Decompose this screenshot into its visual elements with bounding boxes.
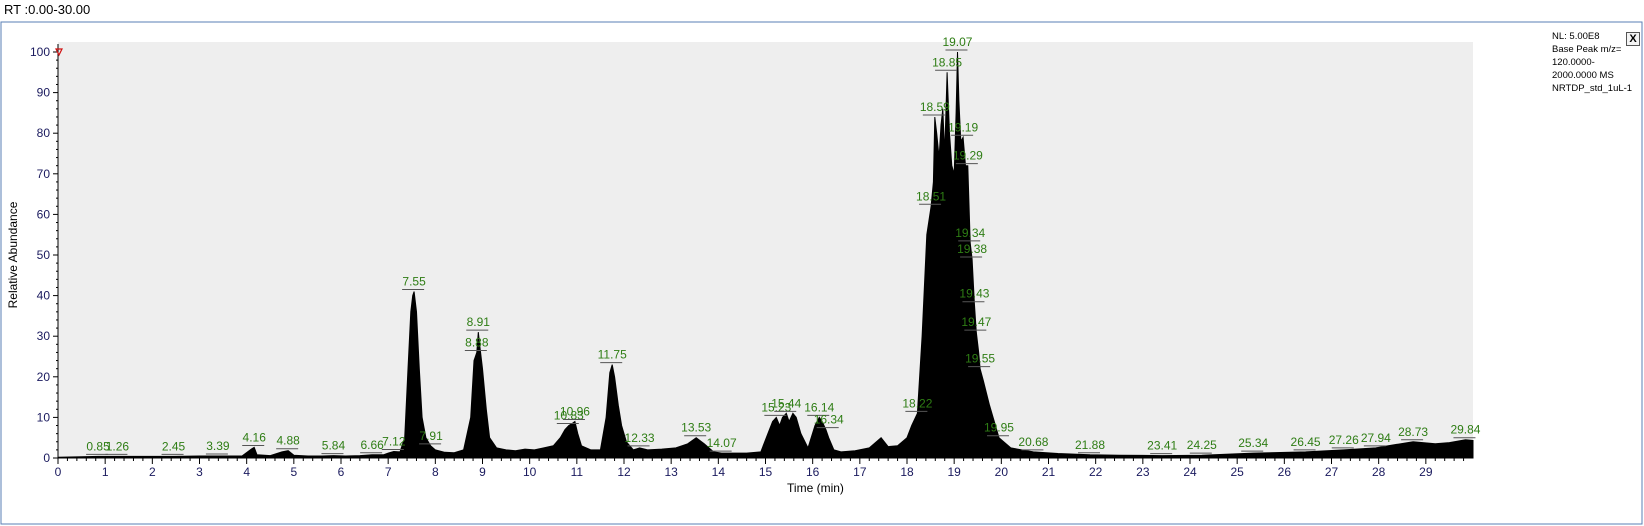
peak-label: 19.47: [961, 315, 991, 329]
info-line: NRTDP_std_1uL-1: [1552, 83, 1633, 94]
peak-label: 2.45: [162, 439, 186, 453]
info-line: 2000.0000 MS: [1552, 70, 1614, 81]
info-line: 120.0000-: [1552, 57, 1595, 68]
peak-label: 19.43: [959, 287, 989, 301]
y-tick-label: 100: [30, 45, 50, 59]
x-tick-label: 7: [385, 465, 392, 479]
peak-label: 25.34: [1238, 436, 1268, 450]
peak-label: 18.85: [932, 55, 962, 69]
peak-label: 18.59: [920, 100, 950, 114]
x-tick-label: 16: [806, 465, 820, 479]
x-tick-label: 29: [1419, 465, 1433, 479]
x-tick-label: 17: [853, 465, 867, 479]
x-tick-label: 3: [196, 465, 203, 479]
peak-label: 24.25: [1187, 438, 1217, 452]
peak-label: 5.84: [322, 439, 346, 453]
peak-label: 19.29: [953, 149, 983, 163]
x-tick-label: 4: [243, 465, 250, 479]
x-tick-label: 26: [1278, 465, 1292, 479]
peak-label: 7.55: [402, 275, 426, 289]
x-tick-label: 1: [102, 465, 109, 479]
x-tick-label: 2: [149, 465, 156, 479]
peak-label: 10.96: [560, 404, 590, 418]
y-tick-label: 20: [37, 370, 51, 384]
x-tick-label: 8: [432, 465, 439, 479]
y-tick-label: 70: [37, 167, 51, 181]
peak-label: 21.88: [1075, 438, 1105, 452]
x-tick-label: 15: [759, 465, 773, 479]
peak-label: 29.84: [1450, 423, 1480, 437]
y-tick-label: 40: [37, 289, 51, 303]
x-axis-label: Time (min): [787, 481, 844, 495]
x-tick-label: 23: [1136, 465, 1150, 479]
close-icon[interactable]: X: [1626, 32, 1640, 46]
y-tick-label: 80: [37, 126, 51, 140]
x-tick-label: 25: [1230, 465, 1244, 479]
x-tick-label: 14: [712, 465, 726, 479]
x-tick-label: 27: [1325, 465, 1339, 479]
peak-label: 27.26: [1329, 433, 1359, 447]
peak-label: 12.33: [625, 431, 655, 445]
x-tick-label: 12: [617, 465, 631, 479]
peak-label: 7.91: [419, 429, 443, 443]
x-tick-label: 20: [995, 465, 1009, 479]
peak-label: 27.94: [1361, 431, 1391, 445]
x-tick-label: 22: [1089, 465, 1103, 479]
x-tick-label: 19: [947, 465, 961, 479]
y-tick-label: 0: [43, 451, 50, 465]
x-tick-label: 10: [523, 465, 537, 479]
peak-label: 6.66: [360, 438, 384, 452]
x-tick-label: 13: [664, 465, 678, 479]
y-tick-label: 60: [37, 207, 51, 221]
peak-label: 26.45: [1291, 435, 1321, 449]
peak-label: 20.68: [1018, 435, 1048, 449]
chromatogram-chart[interactable]: 0.851.26 2.45 3.394.16 4.88 5.84 6.667.127.55…: [0, 0, 1644, 526]
chromatogram-window: RT :0.00-30.00 0.85 1.26 2.45 3.39 4.16 4.88 5…: [0, 0, 1644, 526]
x-tick-label: 21: [1042, 465, 1056, 479]
peak-label: 4.16: [243, 430, 267, 444]
peak-label: 15.44: [771, 396, 801, 410]
peak-label: 18.51: [916, 189, 946, 203]
peak-label: 7.12: [382, 435, 406, 449]
peak-label: 14.07: [707, 436, 737, 450]
peak-label: 1.26: [106, 439, 130, 453]
y-tick-label: 10: [37, 410, 51, 424]
peak-label: 23.41: [1147, 439, 1177, 453]
x-tick-label: 28: [1372, 465, 1386, 479]
peak-label: 19.34: [955, 226, 985, 240]
y-tick-label: 30: [37, 329, 51, 343]
x-tick-label: 18: [900, 465, 914, 479]
x-tick-label: 11: [571, 465, 584, 479]
y-tick-label: 90: [37, 86, 51, 100]
x-tick-label: 6: [338, 465, 345, 479]
peak-label: 3.39: [206, 439, 230, 453]
y-axis-label: Relative Abundance: [6, 201, 20, 308]
x-tick-label: 9: [479, 465, 486, 479]
peak-label: 19.38: [957, 242, 987, 256]
peak-label: 19.55: [965, 352, 995, 366]
y-tick-label: 50: [37, 248, 51, 262]
x-tick-label: 24: [1183, 465, 1197, 479]
peak-label: 4.88: [276, 434, 300, 448]
peak-label: 19.07: [942, 35, 972, 49]
peak-label: 19.19: [948, 120, 978, 134]
peak-label: 13.53: [681, 421, 711, 435]
plot-area: [58, 42, 1473, 458]
peak-label: 19.95: [984, 421, 1014, 435]
peak-label: 28.73: [1398, 425, 1428, 439]
peak-label: 8.91: [467, 315, 491, 329]
peak-label: 18.22: [902, 396, 932, 410]
peak-label: 16.34: [814, 413, 844, 427]
x-tick-label: 5: [290, 465, 297, 479]
peak-label: 11.75: [598, 348, 627, 362]
x-tick-label: 0: [55, 465, 62, 479]
peak-label: 8.88: [465, 335, 489, 349]
